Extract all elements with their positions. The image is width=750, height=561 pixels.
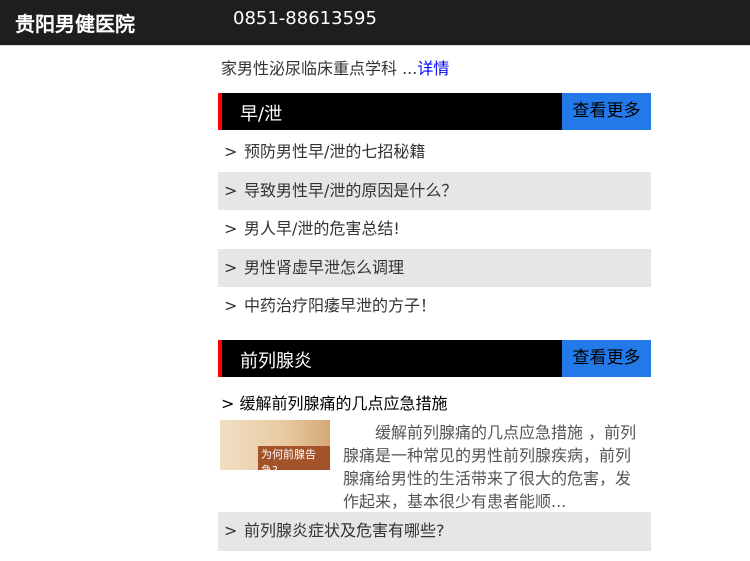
phone-number[interactable]: 0851-88613595 bbox=[233, 8, 377, 29]
intro-text: 家男性泌尿临床重点学科 ...详情 bbox=[218, 55, 651, 79]
chevron-right-icon: > bbox=[224, 180, 238, 200]
view-more-button[interactable]: 查看更多 bbox=[562, 93, 651, 130]
section-title: 早/泄 bbox=[240, 104, 283, 125]
chevron-right-icon: > bbox=[224, 219, 238, 238]
section-title: 前列腺炎 bbox=[240, 351, 312, 372]
top-bar: 贵阳男健医院 0851-88613595 bbox=[0, 0, 750, 46]
article-summary: 缓解前列腺痛的几点应急措施 ，前列腺痛是一种常见的男性前列腺疾病，前列腺痛给男性… bbox=[343, 423, 637, 511]
intro-label: 家男性泌尿临床重点学科 ... bbox=[221, 59, 418, 78]
thumbnail-text: 为何前腺告急? bbox=[258, 446, 330, 470]
list-item[interactable]: > 男人早/泄的危害总结! bbox=[218, 210, 651, 249]
item-label: 预防男性早/泄的七招秘籍 bbox=[244, 142, 426, 161]
featured-article-title[interactable]: > 缓解前列腺痛的几点应急措施 bbox=[218, 390, 651, 414]
item-label: 男性肾虚早泄怎么调理 bbox=[244, 257, 405, 277]
list-item[interactable]: > 前列腺炎症状及危害有哪些? bbox=[218, 512, 651, 551]
article-thumbnail[interactable]: 为何前腺告急? bbox=[220, 420, 330, 470]
site-logo[interactable]: 贵阳男健医院 bbox=[15, 8, 135, 37]
item-label: 中药治疗阳痿早泄的方子！ bbox=[244, 296, 437, 315]
chevron-right-icon: > bbox=[224, 142, 238, 161]
chevron-right-icon: > bbox=[224, 257, 238, 277]
view-more-button[interactable]: 查看更多 bbox=[562, 340, 651, 377]
item-label: 导致男性早/泄的原因是什么？ bbox=[244, 180, 458, 200]
section-header: 前列腺炎 查看更多 bbox=[218, 340, 651, 377]
list-item[interactable]: > 导致男性早/泄的原因是什么？ bbox=[218, 171, 651, 210]
item-label: 男人早/泄的危害总结! bbox=[244, 219, 400, 238]
chevron-right-icon: > bbox=[224, 521, 238, 540]
section-prostatitis-list: > 前列腺炎症状及危害有哪些? bbox=[218, 512, 651, 551]
section-zaoxie: 早/泄 查看更多 > 预防男性早/泄的七招秘籍 > 导致男性早/泄的原因是什么？ >… bbox=[218, 93, 651, 326]
list-item[interactable]: > 预防男性早/泄的七招秘籍 bbox=[218, 133, 651, 172]
list-item[interactable]: > 男性肾虚早泄怎么调理 bbox=[218, 248, 651, 287]
details-link[interactable]: 详情 bbox=[417, 59, 449, 78]
chevron-right-icon: > bbox=[224, 296, 238, 315]
section-header: 早/泄 查看更多 bbox=[218, 93, 651, 130]
item-label: 前列腺炎症状及危害有哪些? bbox=[244, 521, 445, 540]
list-item[interactable]: > 中药治疗阳痿早泄的方子！ bbox=[218, 287, 651, 326]
section-prostatitis: 前列腺炎 查看更多 bbox=[218, 340, 651, 377]
